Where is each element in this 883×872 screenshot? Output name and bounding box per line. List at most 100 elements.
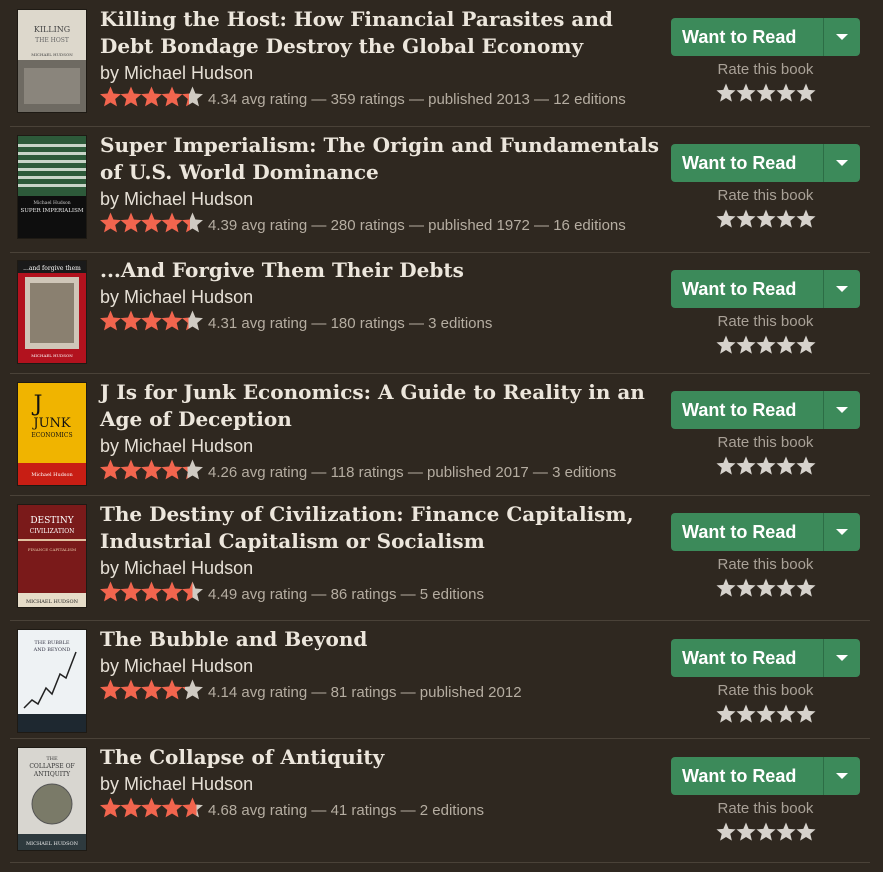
book-title-link[interactable]: The Destiny of Civilization: Finance Cap…: [100, 501, 670, 555]
want-to-read-button[interactable]: Want to Read: [671, 144, 823, 182]
rate-star-icon[interactable]: [755, 335, 776, 355]
shelf-dropdown-button[interactable]: [823, 513, 860, 551]
shelf-dropdown-button[interactable]: [823, 639, 860, 677]
want-to-read-button[interactable]: Want to Read: [671, 639, 823, 677]
shelf-dropdown-button[interactable]: [823, 144, 860, 182]
book-cover[interactable]: SUPER IMPERIALISM Michael Hudson: [18, 136, 86, 238]
rate-star-icon[interactable]: [775, 578, 796, 598]
rate-star-icon[interactable]: [735, 822, 756, 842]
shelf-dropdown-button[interactable]: [823, 18, 860, 56]
author-line: by Michael Hudson: [100, 772, 670, 796]
rate-star-icon[interactable]: [795, 83, 816, 103]
rate-star-icon[interactable]: [775, 335, 796, 355]
svg-text:SUPER IMPERIALISM: SUPER IMPERIALISM: [20, 208, 83, 214]
want-to-read-button[interactable]: Want to Read: [671, 513, 823, 551]
rate-star-icon[interactable]: [735, 456, 756, 476]
book-info: Super Imperialism: The Origin and Fundam…: [100, 132, 670, 238]
rate-star-icon[interactable]: [715, 456, 736, 476]
avg-star-icon: [100, 679, 121, 700]
rate-star-icon[interactable]: [755, 83, 776, 103]
avg-star-icon: [161, 459, 183, 480]
book-row: KILLING THE HOST MICHAEL HUDSON Killing the…: [10, 6, 870, 127]
book-row: J JUNK ECONOMICS Michael Hudson J Is for Jun…: [10, 379, 870, 496]
avg-rating-stars: [100, 459, 203, 480]
rate-star-icon[interactable]: [715, 83, 736, 103]
svg-text:ECONOMICS: ECONOMICS: [31, 432, 72, 439]
author-link[interactable]: Michael Hudson: [124, 63, 253, 83]
rate-star-icon[interactable]: [735, 209, 756, 229]
want-to-read-button-group: Want to Read: [671, 270, 860, 308]
book-cover[interactable]: J JUNK ECONOMICS Michael Hudson: [18, 383, 86, 485]
rate-star-icon[interactable]: [795, 209, 816, 229]
book-cover[interactable]: ...and forgive them MICHAEL HUDSON: [18, 261, 86, 363]
avg-star-icon: [100, 459, 121, 480]
want-to-read-button-group: Want to Read: [671, 18, 860, 56]
rate-star-icon[interactable]: [775, 704, 796, 724]
avg-star-icon: [120, 310, 142, 331]
rate-star-icon[interactable]: [775, 209, 796, 229]
rate-this-book-label: Rate this book: [717, 187, 814, 204]
rate-star-icon[interactable]: [795, 456, 816, 476]
want-to-read-button-group: Want to Read: [671, 757, 860, 795]
svg-text:KILLING: KILLING: [34, 25, 70, 34]
author-link[interactable]: Michael Hudson: [124, 774, 253, 794]
want-to-read-button[interactable]: Want to Read: [671, 270, 823, 308]
want-to-read-button-group: Want to Read: [671, 513, 860, 551]
author-link[interactable]: Michael Hudson: [124, 189, 253, 209]
rate-star-icon[interactable]: [755, 704, 776, 724]
shelf-dropdown-button[interactable]: [823, 757, 860, 795]
avg-star-icon: [120, 459, 142, 480]
rate-star-icon[interactable]: [715, 822, 736, 842]
rate-star-icon[interactable]: [715, 209, 736, 229]
chevron-down-icon: [836, 655, 848, 661]
author-link[interactable]: Michael Hudson: [124, 656, 253, 676]
rate-star-icon[interactable]: [775, 456, 796, 476]
rate-star-icon[interactable]: [755, 822, 776, 842]
book-title-link[interactable]: J Is for Junk Economics: A Guide to Real…: [100, 379, 670, 433]
rating-meta: 4.34 avg rating — 359 ratings — publishe…: [100, 86, 670, 112]
book-cover[interactable]: THE BUBBLE AND BEYOND: [18, 630, 86, 732]
rate-star-icon[interactable]: [775, 83, 796, 103]
book-cover[interactable]: THE COLLAPSE OF ANTIQUITY MICHAEL HUDSON: [18, 748, 86, 850]
rate-star-icon[interactable]: [735, 335, 756, 355]
book-cover[interactable]: DESTINY CIVILIZATION FINANCE CAPITALISM MIC…: [18, 505, 86, 607]
book-title-link[interactable]: Killing the Host: How Financial Parasite…: [100, 6, 670, 60]
shelf-dropdown-button[interactable]: [823, 391, 860, 429]
rate-star-icon[interactable]: [795, 578, 816, 598]
rating-meta: 4.31 avg rating — 180 ratings — 3 editio…: [100, 310, 670, 336]
rate-star-icon[interactable]: [755, 578, 776, 598]
want-to-read-button[interactable]: Want to Read: [671, 757, 823, 795]
book-title-link[interactable]: The Collapse of Antiquity: [100, 744, 670, 771]
rate-star-icon[interactable]: [735, 704, 756, 724]
book-title-link[interactable]: The Bubble and Beyond: [100, 626, 670, 653]
author-link[interactable]: Michael Hudson: [124, 436, 253, 456]
book-cover[interactable]: KILLING THE HOST MICHAEL HUDSON: [18, 10, 86, 112]
rate-star-icon[interactable]: [795, 335, 816, 355]
rate-star-icon[interactable]: [735, 578, 756, 598]
want-to-read-button[interactable]: Want to Read: [671, 18, 823, 56]
shelf-dropdown-button[interactable]: [823, 270, 860, 308]
rate-star-icon[interactable]: [775, 822, 796, 842]
svg-text:ANTIQUITY: ANTIQUITY: [33, 771, 71, 778]
by-label: by: [100, 656, 120, 676]
avg-star-icon: [182, 679, 203, 700]
book-title-link[interactable]: ...And Forgive Them Their Debts: [100, 257, 670, 284]
rating-meta-text: 4.26 avg rating — 118 ratings — publishe…: [208, 464, 617, 481]
rate-star-icon[interactable]: [795, 704, 816, 724]
rate-star-icon[interactable]: [715, 578, 736, 598]
rate-star-icon[interactable]: [715, 704, 736, 724]
author-link[interactable]: Michael Hudson: [124, 558, 253, 578]
rate-star-icon[interactable]: [795, 822, 816, 842]
want-to-read-button[interactable]: Want to Read: [671, 391, 823, 429]
author-link[interactable]: Michael Hudson: [124, 287, 253, 307]
rate-star-icon[interactable]: [735, 83, 756, 103]
rate-star-icon[interactable]: [755, 209, 776, 229]
chevron-down-icon: [836, 407, 848, 413]
chevron-down-icon: [836, 773, 848, 779]
rate-star-icon[interactable]: [755, 456, 776, 476]
svg-text:DESTINY: DESTINY: [30, 516, 74, 526]
avg-stars: [100, 459, 204, 481]
book-title-link[interactable]: Super Imperialism: The Origin and Fundam…: [100, 132, 670, 186]
avg-star-icon: [182, 797, 203, 818]
rate-star-icon[interactable]: [715, 335, 736, 355]
